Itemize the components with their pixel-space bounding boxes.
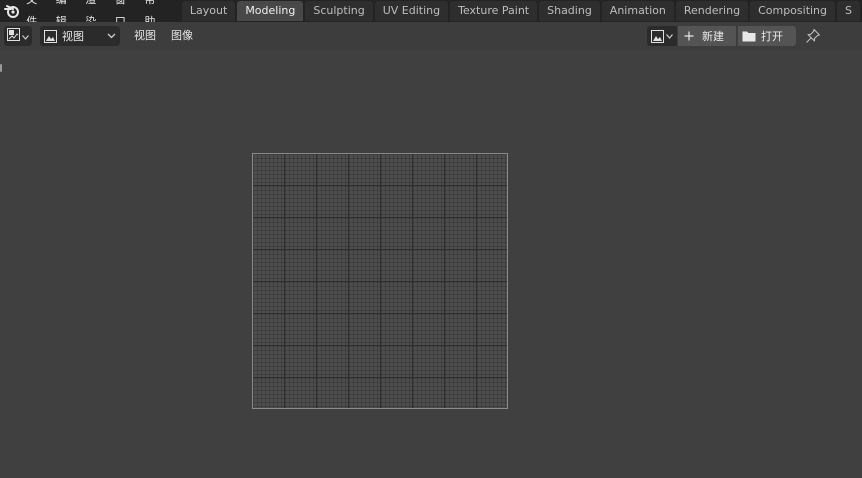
tab-shading[interactable]: Shading [539,1,600,21]
tab-uv-editing[interactable]: UV Editing [374,1,449,21]
workspace-tabs: Layout Modeling Sculpting UV Editing Tex… [181,0,862,22]
chevron-down-icon [666,33,673,39]
menu-window[interactable]: 窗口 [109,0,139,22]
blender-logo-icon[interactable] [0,0,24,22]
tab-animation[interactable]: Animation [601,1,674,21]
uv-grid-canvas[interactable] [252,153,508,409]
menu-help[interactable]: 帮助 [138,0,168,22]
image-icon [651,29,664,43]
tab-rendering[interactable]: Rendering [675,1,749,21]
new-image-button[interactable]: 新建 [678,26,736,46]
tab-scripting[interactable]: S [837,1,860,21]
new-image-label: 新建 [702,30,724,43]
top-menu: 文件 编辑 渲染 窗口 帮助 [24,0,168,22]
image-editor-icon [7,28,20,44]
image-icon [44,29,57,43]
view-menu[interactable]: 视图 [134,26,156,46]
tab-texture-paint[interactable]: Texture Paint [450,1,538,21]
region-edge-handle[interactable] [0,64,2,72]
menu-edit[interactable]: 编辑 [50,0,80,22]
top-bar: 文件 编辑 渲染 窗口 帮助 Layout Modeling Sculpting… [0,0,862,22]
tab-sculpting[interactable]: Sculpting [305,1,373,21]
mode-select[interactable]: 视图 [40,26,120,46]
mode-select-label: 视图 [62,30,84,43]
folder-icon [742,30,756,42]
browse-image-button[interactable] [647,26,677,46]
pin-icon[interactable] [805,28,821,47]
tab-modeling[interactable]: Modeling [237,1,304,21]
open-image-button[interactable]: 打开 [738,26,796,46]
menu-render[interactable]: 渲染 [79,0,109,22]
tab-layout[interactable]: Layout [181,1,236,21]
chevron-down-icon [107,29,116,45]
editor-type-button[interactable] [4,26,32,46]
plus-icon [684,31,694,41]
image-menu[interactable]: 图像 [171,26,193,46]
tab-compositing[interactable]: Compositing [750,1,836,21]
chevron-down-icon [22,30,29,43]
menu-file[interactable]: 文件 [24,0,50,22]
open-image-label: 打开 [761,30,783,43]
image-editor-header: 视图 视图 图像 新建 打开 [0,22,862,50]
